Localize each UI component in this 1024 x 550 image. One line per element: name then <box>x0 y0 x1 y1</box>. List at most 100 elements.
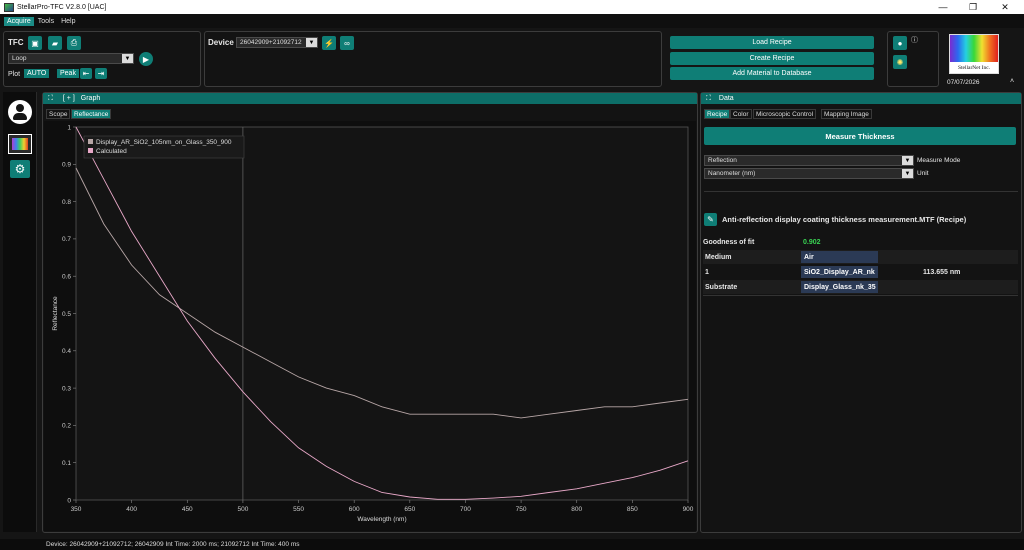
plot-frame <box>75 126 689 501</box>
x-tick-label: 850 <box>627 506 638 513</box>
menu-help[interactable]: Help <box>58 17 78 26</box>
y-tick-label: 1 <box>67 124 71 131</box>
measure-mode-value: Reflection <box>708 157 737 164</box>
menu-tools[interactable]: Tools <box>35 17 57 26</box>
peak-left-button[interactable]: ⇤ <box>80 68 92 79</box>
edit-recipe-button[interactable]: ✎ <box>704 213 717 226</box>
gear-icon: ⚙ <box>14 162 26 176</box>
x-tick-label: 500 <box>237 506 248 513</box>
divider <box>704 191 1018 192</box>
peak-button[interactable]: Peak <box>57 69 79 78</box>
settings-button[interactable]: ⚙ <box>10 160 30 178</box>
unit-label: Unit <box>917 170 929 177</box>
chevron-down-icon: ▼ <box>306 38 317 47</box>
layer-index: 1 <box>705 268 709 276</box>
mode-select-value: Loop <box>12 55 27 62</box>
substrate-value[interactable]: Display_Glass_nk_35 <box>801 281 878 293</box>
collapse-icon[interactable]: ˄ <box>1010 78 1014 85</box>
link-icon: ∞ <box>344 38 350 48</box>
reflectance-chart: 350 400 450 500 550 600 650 700 750 800 850 900 0 0.1… <box>52 124 694 523</box>
legend-swatch <box>88 139 93 144</box>
info-icon[interactable]: ⓘ <box>911 35 918 45</box>
graph-expand-label[interactable]: [ + ] <box>63 95 75 102</box>
y-axis-label: Reflectance <box>52 296 59 331</box>
substrate-label: Substrate <box>705 283 738 291</box>
auto-button[interactable]: AUTO <box>24 69 50 78</box>
tab-recipe[interactable]: Recipe <box>704 109 731 119</box>
print-icon: ⎙ <box>70 38 78 47</box>
tab-mapping-image[interactable]: Mapping Image <box>821 109 872 119</box>
menu-acquire[interactable]: Acquire <box>4 16 34 26</box>
bulb-icon: ● <box>897 38 903 48</box>
layer-thickness[interactable]: 113.655 nm <box>923 269 960 276</box>
status-text: Device: 26042909+21092712; 26042909 Int … <box>46 541 300 548</box>
expand-icon[interactable]: ⛶ <box>706 95 711 103</box>
x-tick-label: 550 <box>293 506 304 513</box>
y-tick-label: 0.2 <box>62 423 71 430</box>
y-tick-label: 0 <box>67 497 71 504</box>
x-tick-label: 800 <box>571 506 582 513</box>
medium-value[interactable]: Air <box>801 251 878 263</box>
tab-scope[interactable]: Scope <box>46 109 71 119</box>
pencil-icon: ✎ <box>707 215 714 224</box>
lamp-button[interactable]: ● <box>893 36 907 50</box>
add-material-button[interactable]: Add Material to Database <box>670 67 874 80</box>
peak-right-button[interactable]: ⇥ <box>95 68 107 79</box>
save-icon: ▣ <box>31 38 39 48</box>
maximize-button[interactable]: ❐ <box>958 0 988 14</box>
tab-microscopic-control[interactable]: Microscopic Control <box>753 109 817 119</box>
mode-select[interactable]: Loop ▼ <box>8 53 134 64</box>
divider <box>703 295 1018 296</box>
y-tick-label: 0.9 <box>62 162 71 169</box>
data-panel-header: ⛶ Data <box>701 93 1021 104</box>
close-button[interactable]: ✕ <box>990 0 1020 14</box>
user-icon[interactable] <box>8 100 32 124</box>
measure-mode-label: Measure Mode <box>917 157 961 164</box>
chevron-down-icon: ▼ <box>902 156 913 165</box>
load-recipe-button[interactable]: Load Recipe <box>670 36 874 49</box>
light-on-button[interactable]: ✺ <box>893 55 907 69</box>
y-tick-label: 0.1 <box>62 460 71 467</box>
x-axis-label: Wavelength (nm) <box>357 516 406 523</box>
arrow-right-icon: ⇥ <box>97 69 105 78</box>
tab-reflectance[interactable]: Reflectance <box>71 109 112 119</box>
plug-icon: ⚡ <box>324 38 334 48</box>
x-tick-label: 700 <box>460 506 471 513</box>
y-tick-label: 0.6 <box>62 274 71 281</box>
unit-select[interactable]: Nanometer (nm) ▼ <box>704 168 914 179</box>
open-button[interactable]: ▰ <box>48 36 62 50</box>
gof-row: Goodness of fit 0.902 <box>703 235 1018 249</box>
measure-thickness-button[interactable]: Measure Thickness <box>704 127 1016 145</box>
title-bar: StellarPro-TFC V2.8.0 [UAC] — ❐ ✕ <box>0 0 1024 14</box>
gof-value: 0.902 <box>803 238 821 246</box>
y-tick-label: 0.3 <box>62 385 71 392</box>
connect-button[interactable]: ⚡ <box>322 36 336 50</box>
y-tick-label: 0.5 <box>62 311 71 318</box>
chevron-down-icon: ▼ <box>902 169 913 178</box>
print-button[interactable]: ⎙ <box>67 36 81 50</box>
measure-mode-select[interactable]: Reflection ▼ <box>704 155 914 166</box>
play-button[interactable]: ▶ <box>139 52 153 66</box>
x-tick-label: 650 <box>404 506 415 513</box>
app-icon <box>4 2 14 12</box>
device-select-value: 26042909+21092712 <box>240 39 302 46</box>
tab-color[interactable]: Color <box>730 109 752 119</box>
device-select[interactable]: 26042909+21092712 ▼ <box>236 37 318 48</box>
save-button[interactable]: ▣ <box>28 36 42 50</box>
y-tick-label: 0.4 <box>62 348 71 355</box>
expand-icon[interactable]: ⛶ <box>48 95 53 103</box>
play-icon: ▶ <box>142 54 150 64</box>
graph-view-button[interactable] <box>8 134 32 154</box>
date-label: 07/07/2026 <box>947 79 980 86</box>
minimize-button[interactable]: — <box>928 0 958 14</box>
x-tick-label: 600 <box>349 506 360 513</box>
graph-panel-header: ⛶ [ + ] Graph <box>43 93 697 104</box>
menu-bar: Acquire Tools Help <box>0 14 1024 28</box>
chart-area: 350 400 450 500 550 600 650 700 750 800 850 900 0 0.1… <box>44 121 696 531</box>
status-bar: Device: 26042909+21092712; 26042909 Int … <box>0 539 1024 550</box>
x-tick-label: 750 <box>516 506 527 513</box>
create-recipe-button[interactable]: Create Recipe <box>670 52 874 65</box>
layer-material[interactable]: SiO2_Display_AR_nk <box>801 266 878 278</box>
data-panel-title: Data <box>718 95 734 102</box>
link-button[interactable]: ∞ <box>340 36 354 50</box>
